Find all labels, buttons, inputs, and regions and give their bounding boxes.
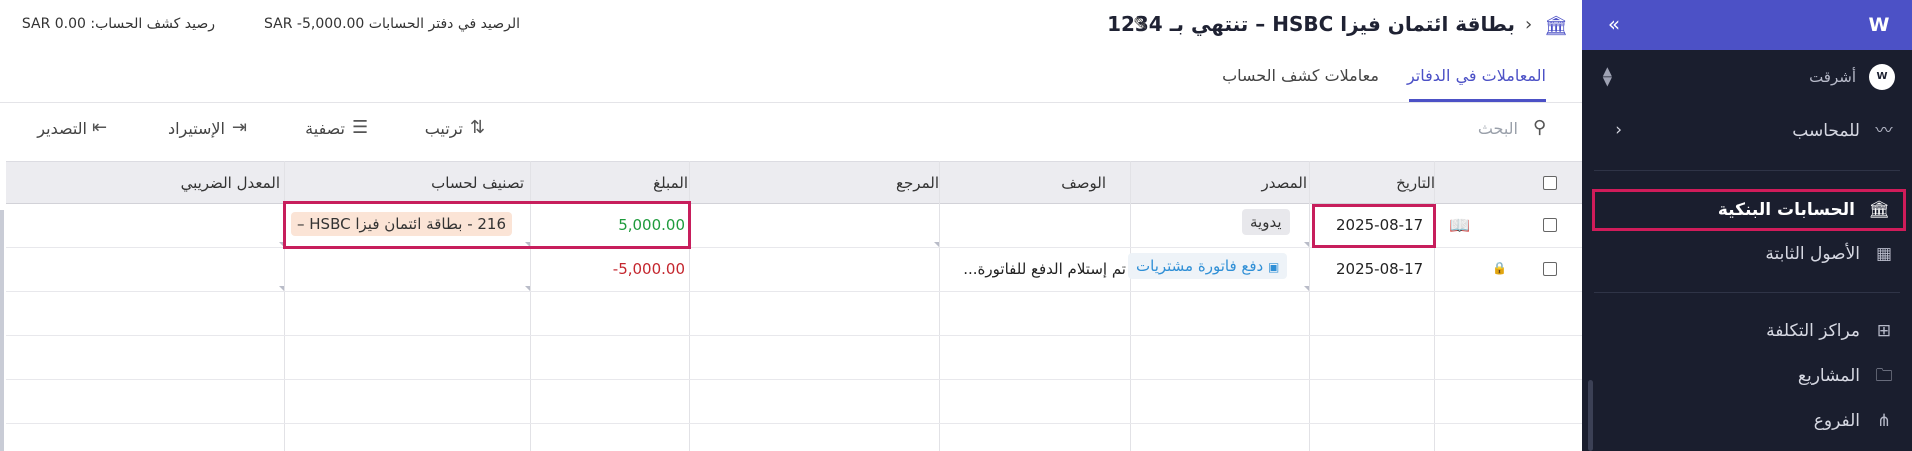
app-logo[interactable]: W — [1866, 12, 1892, 38]
sidebar-item-projects[interactable]: 🗀 المشاريع — [1582, 356, 1912, 396]
cell-corner-marker — [1304, 286, 1309, 291]
table-header: التاريخ المصدر الوصف المرجع المبلغ تصنيف… — [6, 161, 1582, 204]
edit-icon[interactable]: ✎ — [1133, 14, 1148, 35]
sidebar-item-label: الأصول الثابتة — [1765, 244, 1860, 264]
row-checkbox[interactable] — [1543, 218, 1557, 232]
ledger-balance: الرصيد في دفتر الحسابات SAR -5,000.00 — [264, 16, 520, 32]
row-divider — [6, 379, 1582, 380]
sidebar-item-label: الحسابات البنكية — [1717, 200, 1855, 220]
import-button[interactable]: الإستيراد — [155, 119, 225, 138]
bank-icon[interactable]: 🏛 — [1544, 14, 1568, 37]
payment-icon: ▣ — [1268, 260, 1280, 274]
row-checkbox[interactable] — [1543, 262, 1557, 276]
column-header-tax-rate[interactable]: المعدل الضريبي — [56, 174, 280, 192]
cell-corner-marker — [1304, 242, 1309, 247]
chevron-left-icon: › — [1615, 120, 1622, 140]
highlight-date-cell — [1312, 204, 1436, 248]
sidebar-item-accountant[interactable]: 〰 للمحاسب › — [1582, 111, 1912, 151]
import-icon: ⇥ — [232, 117, 248, 138]
row-amount[interactable]: -5,000.00 — [591, 260, 685, 278]
column-divider — [939, 161, 940, 451]
sidebar-item-branches[interactable]: ⋔ الفروع — [1582, 401, 1912, 441]
search-icon: ⚲ — [1533, 117, 1547, 138]
column-header-date[interactable]: التاريخ — [1311, 174, 1435, 192]
highlight-amount-category — [283, 201, 691, 249]
sidebar-item-label: المشاريع — [1797, 366, 1860, 386]
column-header-reference[interactable]: المرجع — [766, 174, 939, 192]
branches-icon: ⋔ — [1876, 411, 1892, 431]
cell-corner-marker — [279, 286, 284, 291]
org-switcher[interactable]: W أشرقت ▲ ▼ — [1582, 58, 1912, 94]
row-divider — [6, 291, 1582, 292]
export-icon: ⇤ — [92, 117, 108, 138]
chart-trend-icon: 〰 — [1875, 121, 1893, 141]
source-badge-manual[interactable]: يدوية — [1242, 209, 1290, 235]
sidebar-scrollbar[interactable] — [1588, 380, 1593, 451]
org-name: أشرقت — [1809, 68, 1856, 86]
building-icon: ▦ — [1875, 244, 1893, 264]
sidebar-item-label: للمحاسب — [1792, 121, 1860, 141]
row-divider — [6, 335, 1582, 336]
sidebar: W « W أشرقت ▲ ▼ 〰 للمحاسب › 🏛 الحسابات ال… — [1582, 0, 1912, 451]
source-link-purchase-payment[interactable]: ▣ دفع فاتورة مشتريات — [1128, 253, 1288, 279]
row-description[interactable]: تم إستلام الدفع للفاتورة... — [946, 260, 1126, 278]
org-avatar: W — [1869, 64, 1895, 90]
lock-icon: 🔒 — [1492, 261, 1507, 275]
select-all-checkbox[interactable] — [1543, 176, 1557, 190]
row-date[interactable]: 2025-08-17 — [1336, 260, 1423, 278]
folder-icon: 🗀 — [1875, 366, 1893, 386]
sidebar-divider — [1594, 292, 1900, 293]
sort-button[interactable]: ترتيب — [405, 119, 463, 138]
tab-statement-transactions[interactable]: معاملات كشف الحساب — [1218, 66, 1383, 85]
column-header-description[interactable]: الوصف — [956, 174, 1106, 192]
sidebar-header: W « — [1582, 0, 1912, 50]
grid-plus-icon: ⊞ — [1876, 321, 1892, 341]
chevron-up-down-icon: ▲ ▼ — [1602, 64, 1612, 88]
sidebar-item-label: مراكز التكلفة — [1766, 321, 1860, 341]
sidebar-divider — [1594, 170, 1900, 171]
row-divider — [6, 423, 1582, 424]
book-icon: 📖 — [1449, 216, 1471, 236]
sort-icon: ⇅ — [470, 117, 486, 138]
table-scroll-edge — [0, 210, 4, 451]
column-divider — [1309, 161, 1310, 451]
search-input[interactable]: البحث — [1440, 119, 1518, 138]
tab-ledger-transactions[interactable]: المعاملات في الدفاتر — [1407, 66, 1546, 85]
sidebar-item-cost-centers[interactable]: ⊞ مراكز التكلفة — [1582, 311, 1912, 351]
cell-corner-marker — [934, 242, 939, 247]
column-divider — [1130, 161, 1131, 451]
header-divider — [0, 102, 1582, 103]
filter-button[interactable]: تصفية — [290, 119, 345, 138]
page-title: بطاقة ائتمان فيزا HSBC – تنتهي بـ 1234 — [1107, 12, 1515, 36]
cell-corner-marker — [525, 286, 530, 291]
breadcrumb-chevron-icon: › — [1525, 14, 1533, 35]
column-header-amount[interactable]: المبلغ — [566, 174, 688, 192]
column-header-source[interactable]: المصدر — [1136, 174, 1307, 192]
sidebar-item-label: الفروع — [1813, 411, 1860, 431]
sidebar-item-bank-accounts[interactable]: 🏛 الحسابات البنكية — [1592, 189, 1906, 231]
statement-balance: رصيد كشف الحساب: SAR 0.00 — [21, 16, 215, 32]
sidebar-item-fixed-assets[interactable]: ▦ الأصول الثابتة — [1582, 234, 1912, 274]
bank-icon: 🏛 — [1868, 200, 1890, 220]
collapse-sidebar-icon[interactable]: « — [1602, 13, 1626, 37]
source-link-label: دفع فاتورة مشتريات — [1136, 257, 1264, 275]
column-header-category[interactable]: تصنيف لحساب — [286, 174, 524, 192]
filter-icon: ☰ — [352, 117, 369, 138]
export-button[interactable]: التصدير — [25, 119, 87, 138]
